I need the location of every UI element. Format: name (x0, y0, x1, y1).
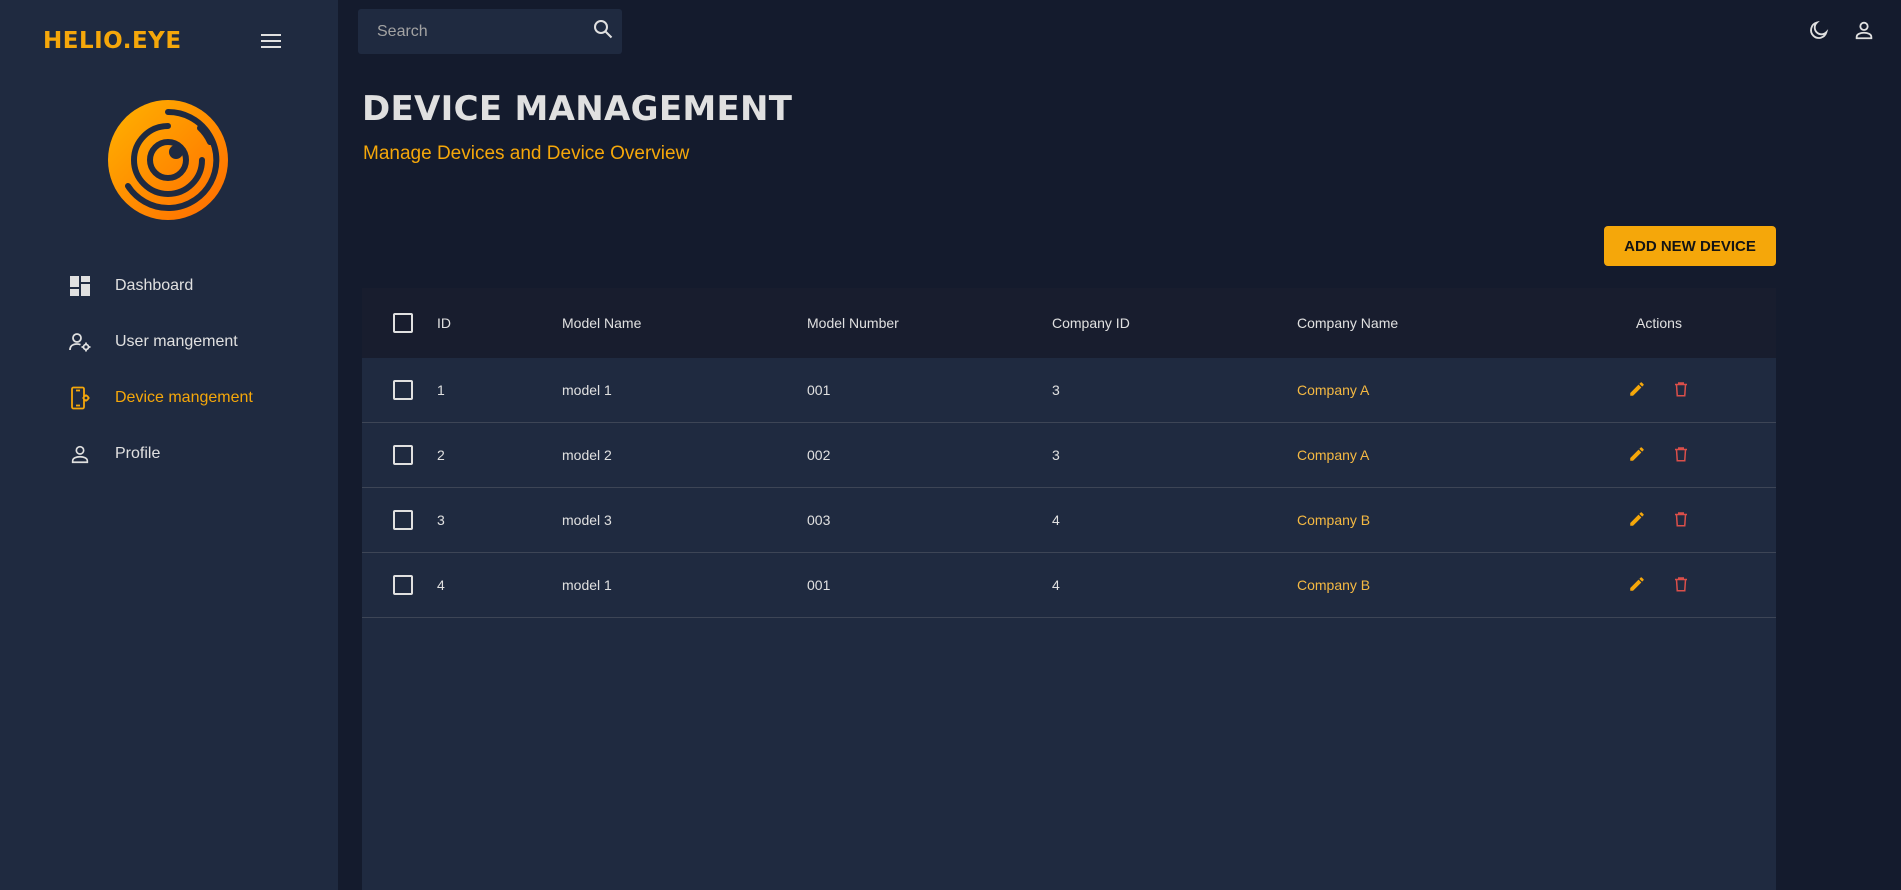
sidebar-item-label: Dashboard (115, 277, 194, 294)
row-checkbox[interactable] (392, 575, 413, 595)
column-header-model-number[interactable]: Model Number (807, 315, 1052, 331)
cell-id: 3 (437, 512, 445, 528)
cell-model-number: 002 (807, 447, 831, 463)
row-checkbox[interactable] (392, 510, 413, 530)
search-input[interactable] (358, 9, 584, 54)
menu-toggle-button[interactable] (256, 30, 286, 56)
cell-company-id: 4 (1052, 577, 1060, 593)
row-checkbox[interactable] (392, 445, 413, 465)
device-settings-icon (68, 386, 92, 410)
add-new-device-button[interactable]: ADD NEW DEVICE (1604, 226, 1776, 266)
search-bar (358, 9, 622, 54)
cell-company-name: Company B (1297, 512, 1371, 528)
select-all-checkbox[interactable] (392, 313, 413, 333)
table-header: ID Model Name Model Number Company ID Co… (362, 288, 1776, 358)
sidebar-item-device-management[interactable]: Device mangement (0, 370, 338, 426)
delete-button[interactable] (1671, 445, 1691, 465)
cell-actions (1542, 380, 1776, 400)
cell-company-id: 3 (1052, 447, 1060, 463)
cell-model-name: model 1 (562, 382, 612, 398)
cell-company-id: 3 (1052, 382, 1060, 398)
moon-icon (1808, 19, 1830, 46)
edit-button[interactable] (1627, 445, 1647, 465)
cell-company-name: Company A (1297, 447, 1370, 463)
page-title: DEVICE MANAGEMENT (362, 89, 793, 129)
column-header-company-name[interactable]: Company Name (1297, 315, 1542, 331)
sidebar-item-label: Device mangement (115, 389, 253, 406)
cell-model-number: 001 (807, 382, 831, 398)
cell-model-name: model 1 (562, 577, 612, 593)
profile-button[interactable] (1851, 19, 1877, 45)
devices-table: ID Model Name Model Number Company ID Co… (362, 288, 1776, 890)
cell-model-name: model 2 (562, 447, 612, 463)
user-settings-icon (68, 330, 92, 354)
cell-model-number: 003 (807, 512, 831, 528)
edit-button[interactable] (1627, 380, 1647, 400)
table-row[interactable]: 3 model 3 003 4 Company B (362, 488, 1776, 553)
dark-mode-toggle[interactable] (1806, 19, 1832, 45)
cell-id: 2 (437, 447, 445, 463)
table-row[interactable]: 1 model 1 001 3 Company A (362, 358, 1776, 423)
cell-id: 1 (437, 382, 445, 398)
person-icon (1853, 19, 1875, 46)
cell-company-id: 4 (1052, 512, 1060, 528)
row-select-cell (362, 575, 437, 595)
column-header-actions: Actions (1636, 315, 1682, 331)
pencil-icon (1628, 575, 1646, 596)
cell-company-name: Company B (1297, 577, 1371, 593)
sidebar-nav: Dashboard User mangement Device mangemen… (0, 258, 338, 482)
search-button[interactable] (584, 9, 622, 54)
cell-id: 4 (437, 577, 445, 593)
brand-logo-text[interactable]: HELIO.EYE (43, 28, 182, 54)
pencil-icon (1628, 380, 1646, 401)
sidebar-item-profile[interactable]: Profile (0, 426, 338, 482)
trash-icon (1672, 380, 1690, 401)
cell-actions (1542, 445, 1776, 465)
sidebar: HELIO.EYE Dashboard User mangement Devic… (0, 0, 338, 890)
trash-icon (1672, 575, 1690, 596)
trash-icon (1672, 445, 1690, 466)
edit-button[interactable] (1627, 575, 1647, 595)
page-subtitle: Manage Devices and Device Overview (363, 143, 690, 164)
hamburger-menu-icon (261, 33, 281, 53)
sidebar-item-user-management[interactable]: User mangement (0, 314, 338, 370)
person-icon (68, 442, 92, 466)
cell-company-name: Company A (1297, 382, 1370, 398)
cell-actions (1542, 575, 1776, 595)
sidebar-item-label: Profile (115, 445, 161, 462)
row-select-cell (362, 510, 437, 530)
search-icon (593, 19, 613, 44)
dashboard-icon (68, 274, 92, 298)
column-header-id[interactable]: ID (437, 315, 562, 331)
trash-icon (1672, 510, 1690, 531)
delete-button[interactable] (1671, 380, 1691, 400)
sidebar-item-label: User mangement (115, 333, 238, 350)
helio-eye-logo (106, 98, 230, 222)
column-header-company-id[interactable]: Company ID (1052, 315, 1297, 331)
cell-model-number: 001 (807, 577, 831, 593)
select-all-cell (362, 313, 437, 333)
table-row[interactable]: 2 model 2 002 3 Company A (362, 423, 1776, 488)
edit-button[interactable] (1627, 510, 1647, 530)
cell-actions (1542, 510, 1776, 530)
pencil-icon (1628, 510, 1646, 531)
table-row[interactable]: 4 model 1 001 4 Company B (362, 553, 1776, 618)
column-header-model-name[interactable]: Model Name (562, 315, 807, 331)
row-select-cell (362, 380, 437, 400)
pencil-icon (1628, 445, 1646, 466)
delete-button[interactable] (1671, 575, 1691, 595)
sidebar-item-dashboard[interactable]: Dashboard (0, 258, 338, 314)
delete-button[interactable] (1671, 510, 1691, 530)
row-checkbox[interactable] (392, 380, 413, 400)
row-select-cell (362, 445, 437, 465)
cell-model-name: model 3 (562, 512, 612, 528)
